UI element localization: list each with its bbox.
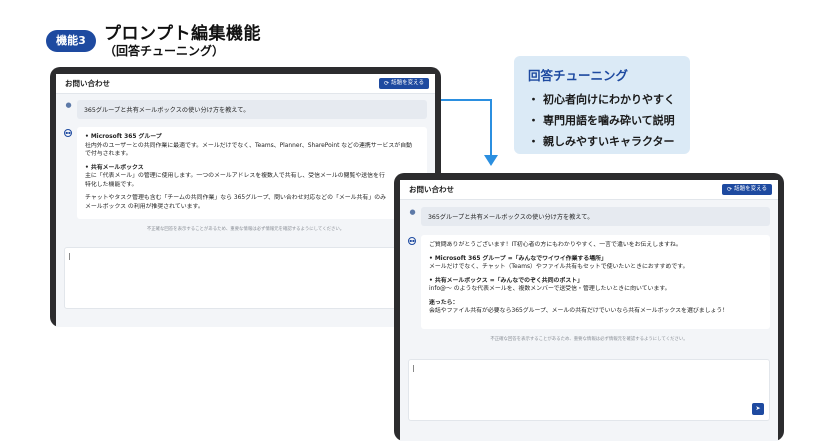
feature-badge: 機能3 (46, 30, 96, 52)
disclaimer: 不正確な回答を表示することがあるため、重要な情報は必ず情報元を確認するようにして… (146, 227, 345, 232)
user-message-row: ● 365グループと共有メールボックスの使い分け方を教えて。 (408, 207, 770, 226)
bot-message: • Microsoft 365 グループ 社内外のユーザーとの共同作業に最適です… (77, 127, 427, 219)
text-caret (413, 365, 414, 372)
bullet-icon: ・ (528, 135, 539, 148)
change-topic-button[interactable]: ⟳ 話題を変える (722, 184, 772, 195)
chat-screen-after: お問い合わせ ⟳ 話題を変える ● 365グループと共有メールボックスの使い分け… (400, 180, 778, 441)
callout-item: ・初心者向けにわかりやすく (528, 93, 675, 106)
user-icon: ● (409, 208, 416, 216)
callout-item: ・親しみやすいキャラクター (528, 135, 675, 148)
page-subtitle: （回答チューニング） (104, 44, 225, 58)
connector-arrow-horizontal (440, 99, 492, 101)
user-message: 365グループと共有メールボックスの使い分け方を教えて。 (77, 100, 427, 119)
connector-arrow-vertical (490, 99, 492, 157)
bot-icon: ▪▪ (64, 129, 72, 137)
bot-message-row: ▪▪ • Microsoft 365 グループ 社内外のユーザーとの共同作業に最… (64, 127, 427, 219)
bullet-icon: ・ (528, 93, 539, 106)
disclaimer: 不正確な回答を表示することがあるため、重要な情報は必ず情報元を確認するようにして… (490, 337, 688, 342)
tablet-after: お問い合わせ ⟳ 話題を変える ● 365グループと共有メールボックスの使い分け… (394, 173, 784, 441)
tablet-before: お問い合わせ ⟳ 話題を変える ● 365グループと共有メールボックスの使い分け… (50, 67, 441, 327)
callout-title: 回答チューニング (528, 68, 629, 83)
chat-input[interactable] (64, 247, 427, 309)
tuning-callout: 回答チューニング ・初心者向けにわかりやすく ・専門用語を噛み砕いて説明 ・親し… (514, 56, 690, 154)
page-title: プロンプト編集機能 (104, 24, 261, 44)
chat-input[interactable]: ➤ (408, 359, 770, 421)
send-button[interactable]: ➤ (752, 403, 764, 415)
app-header: お問い合わせ ⟳ 話題を変える (56, 74, 435, 94)
app-title: お問い合わせ (409, 185, 454, 194)
user-icon: ● (65, 101, 72, 109)
bot-icon: ▪▪ (408, 237, 416, 245)
refresh-icon: ⟳ (727, 186, 733, 193)
arrow-down-icon (484, 155, 498, 166)
user-message: 365グループと共有メールボックスの使い分け方を教えて。 (421, 207, 770, 226)
bullet-icon: ・ (528, 114, 539, 127)
callout-item: ・専門用語を噛み砕いて説明 (528, 114, 675, 127)
chat-screen-before: お問い合わせ ⟳ 話題を変える ● 365グループと共有メールボックスの使い分け… (56, 74, 435, 327)
bot-message: ご質問ありがとうございます！IT初心者の方にもわかりやすく、一言で違いをお伝えし… (421, 235, 770, 329)
text-caret (69, 253, 70, 260)
refresh-icon: ⟳ (384, 80, 390, 87)
bot-message-row: ▪▪ ご質問ありがとうございます！IT初心者の方にもわかりやすく、一言で違いをお… (408, 235, 770, 329)
app-title: お問い合わせ (65, 79, 110, 88)
app-header: お問い合わせ ⟳ 話題を変える (400, 180, 778, 200)
change-topic-button[interactable]: ⟳ 話題を変える (379, 78, 429, 89)
user-message-row: ● 365グループと共有メールボックスの使い分け方を教えて。 (64, 100, 427, 119)
send-icon: ➤ (755, 405, 761, 412)
